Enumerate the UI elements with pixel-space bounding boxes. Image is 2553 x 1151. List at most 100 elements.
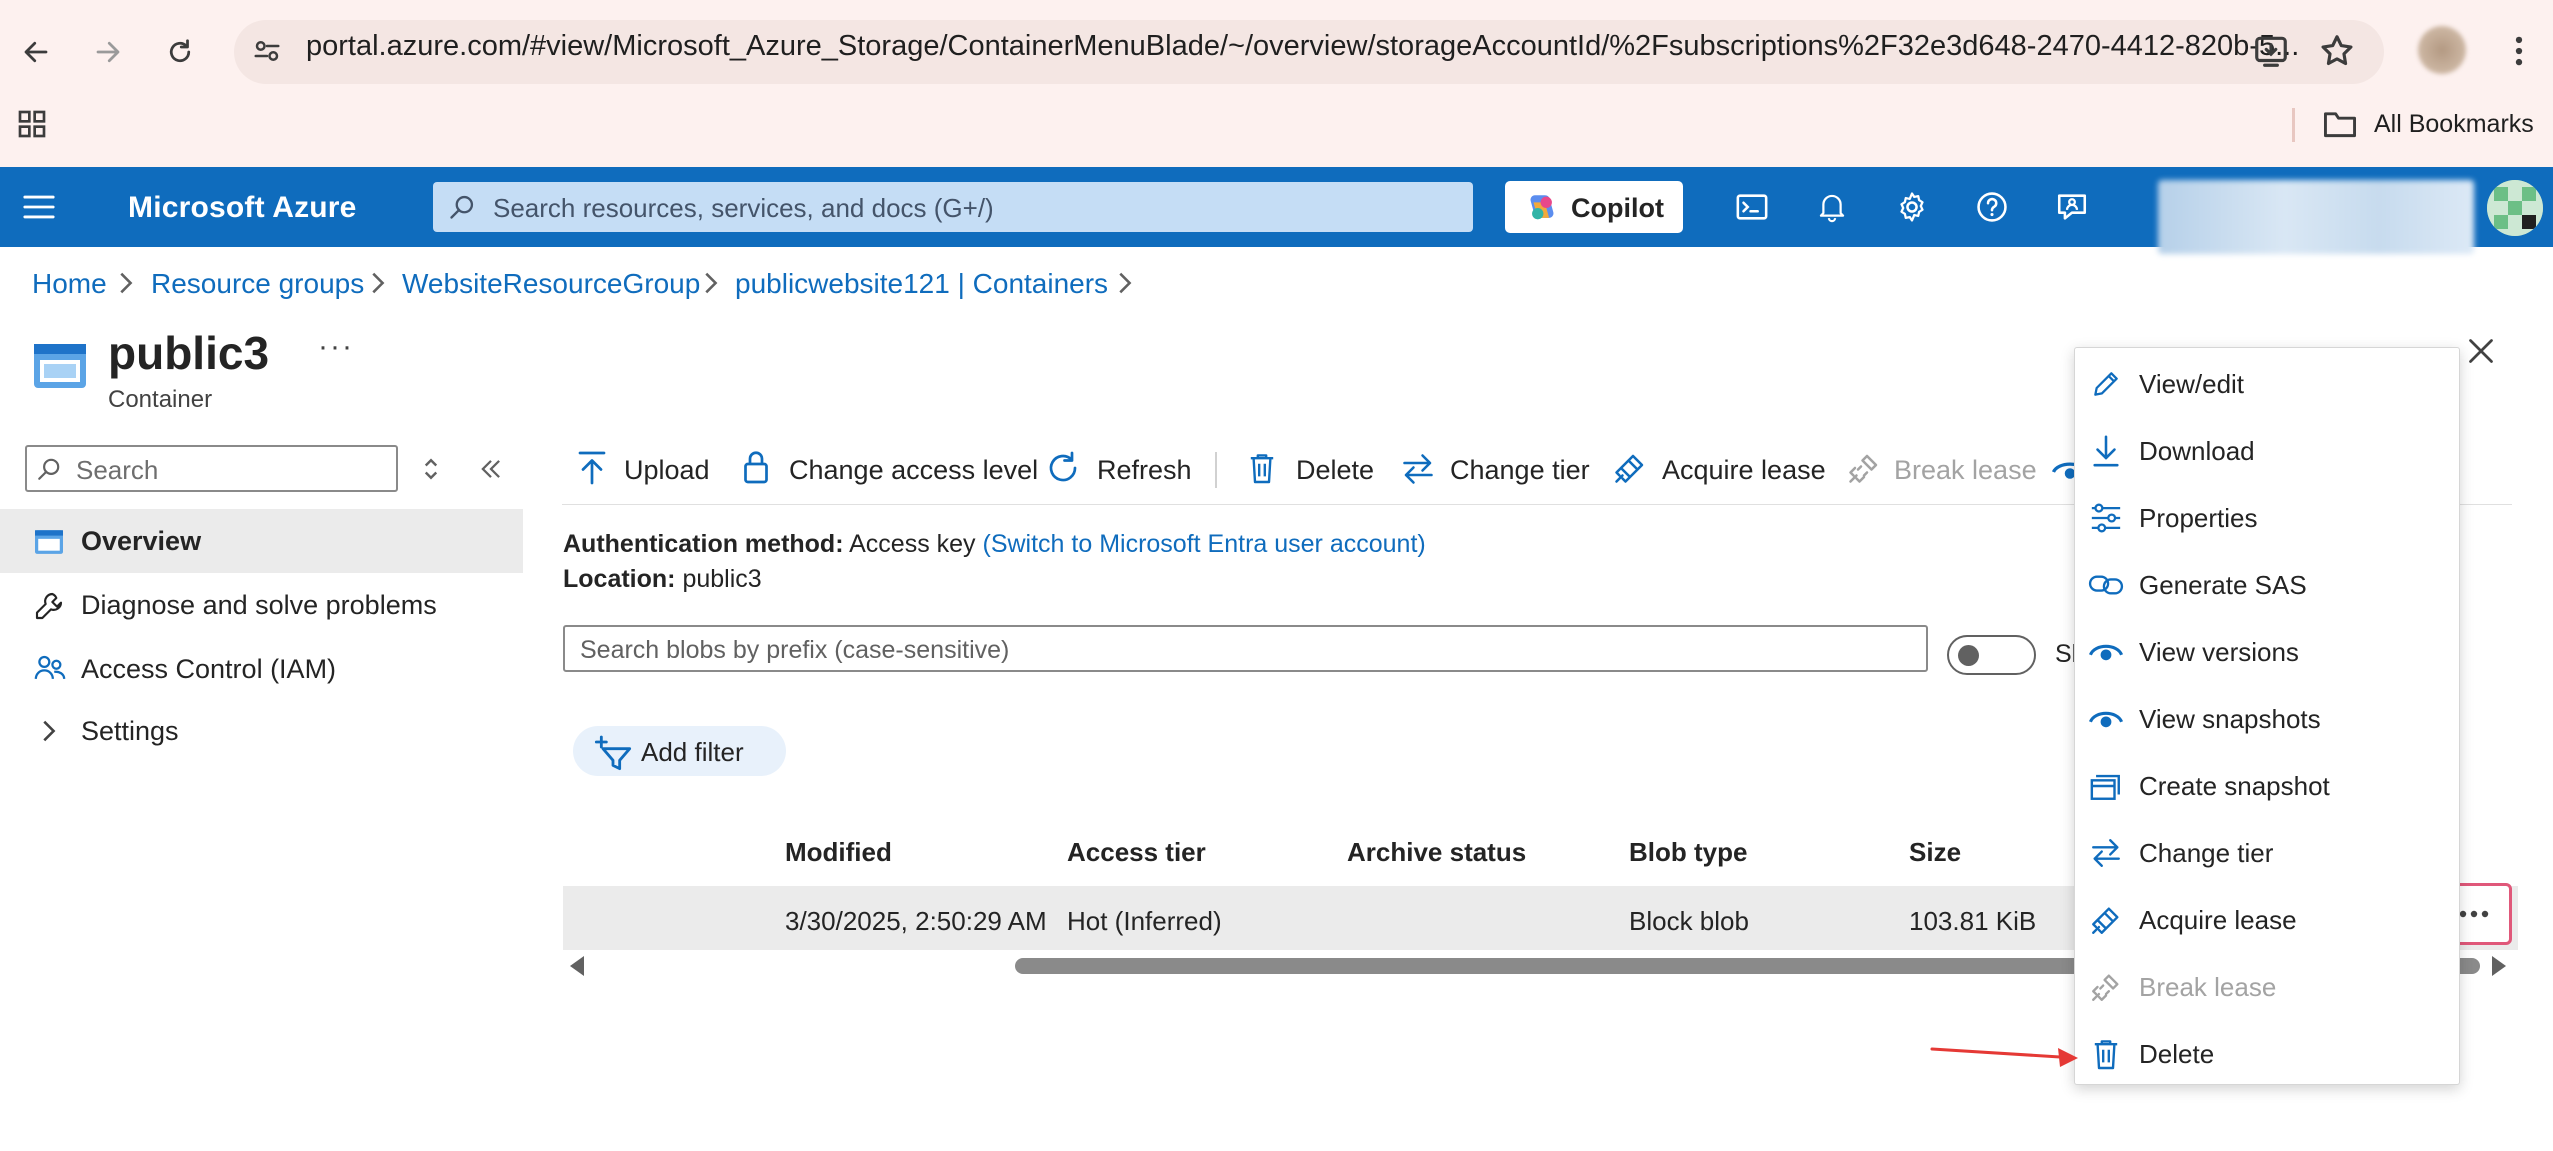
help-icon[interactable] — [1968, 183, 2016, 231]
sidebar-search-placeholder: Search — [76, 455, 159, 485]
reload-button[interactable] — [152, 24, 208, 80]
column-header-modified[interactable]: Modified — [785, 837, 892, 868]
chevron-right-icon — [367, 270, 387, 296]
collapse-sidebar-icon[interactable] — [478, 456, 504, 482]
menu-item-break-lease: Break lease — [2075, 953, 2459, 1020]
star-icon[interactable] — [2318, 32, 2356, 70]
reload-icon — [169, 39, 191, 63]
menu-item-view-versions[interactable]: View versions — [2075, 618, 2459, 685]
apps-grid-icon[interactable] — [16, 108, 48, 140]
download-icon — [2087, 432, 2125, 470]
snapshot-icon — [2087, 767, 2125, 805]
menu-item-label: Break lease — [2139, 972, 2277, 1002]
break-lease-icon — [2087, 968, 2125, 1006]
url-text[interactable]: portal.azure.com/#view/Microsoft_Azure_S… — [306, 30, 2299, 63]
column-header-archive-status[interactable]: Archive status — [1347, 837, 1526, 868]
menu-item-label: Properties — [2139, 503, 2258, 533]
breadcrumb-home[interactable]: Home — [32, 268, 107, 300]
scroll-right-icon[interactable] — [2490, 956, 2506, 976]
breadcrumb-resource-groups[interactable]: Resource groups — [151, 268, 364, 300]
breadcrumb-resource-group[interactable]: WebsiteResourceGroup — [402, 268, 700, 300]
sidebar-item-diagnose[interactable]: Diagnose and solve problems — [0, 573, 523, 637]
copilot-label: Copilot — [1571, 193, 1664, 223]
menu-item-acquire-lease[interactable]: Acquire lease — [2075, 886, 2459, 953]
lock-icon[interactable] — [741, 449, 771, 485]
upload-icon[interactable] — [577, 450, 607, 486]
profile-avatar[interactable] — [2418, 26, 2466, 74]
menu-item-change-tier[interactable]: Change tier — [2075, 819, 2459, 886]
blob-search-placeholder: Search blobs by prefix (case-sensitive) — [580, 636, 1010, 664]
change-tier-button[interactable]: Change tier — [1450, 455, 1590, 486]
account-info-redacted[interactable] — [2158, 180, 2474, 254]
location-value: public3 — [682, 565, 762, 593]
menu-item-label: View/edit — [2139, 369, 2245, 399]
global-search-placeholder: Search resources, services, and docs (G+… — [493, 193, 994, 223]
auth-method-line: Authentication method: Access key (Switc… — [563, 530, 1426, 559]
gear-icon[interactable] — [1888, 183, 1936, 231]
menu-item-create-snapshot[interactable]: Create snapshot — [2075, 752, 2459, 819]
location-label: Location: — [563, 565, 676, 593]
switch-auth-link[interactable]: (Switch to Microsoft Entra user account) — [983, 530, 1426, 558]
trash-icon[interactable] — [1248, 450, 1276, 486]
all-bookmarks[interactable]: All Bookmarks — [2374, 110, 2534, 139]
search-icon — [448, 193, 476, 221]
install-app-icon[interactable] — [2252, 32, 2290, 70]
cloud-shell-icon[interactable] — [1728, 183, 1776, 231]
sort-icon[interactable] — [420, 455, 442, 483]
refresh-icon[interactable] — [1045, 450, 1081, 486]
search-icon — [36, 456, 62, 482]
swap-icon — [2087, 834, 2125, 872]
refresh-button[interactable]: Refresh — [1097, 455, 1192, 486]
acquire-lease-button[interactable]: Acquire lease — [1662, 455, 1826, 486]
cell-access-tier: Hot (Inferred) — [1067, 906, 1222, 936]
arrow-left-icon — [24, 41, 48, 63]
column-header-access-tier[interactable]: Access tier — [1067, 837, 1206, 868]
arrow-right-icon — [96, 41, 120, 63]
pencil-icon — [2087, 365, 2125, 403]
menu-item-view-snapshots[interactable]: View snapshots — [2075, 685, 2459, 752]
sidebar-item-iam[interactable]: Access Control (IAM) — [0, 637, 523, 701]
annotation-arrow — [1930, 1040, 2080, 1070]
lease-icon[interactable] — [1612, 450, 1648, 486]
menu-item-generate-sas[interactable]: Generate SAS — [2075, 551, 2459, 618]
bookmarks-divider — [2292, 108, 2295, 142]
bell-icon[interactable] — [1808, 183, 1856, 231]
break-lease-icon — [1846, 450, 1882, 486]
sidebar-item-overview[interactable]: Overview — [0, 509, 523, 573]
toolbar-divider — [1215, 452, 1217, 488]
copilot-icon — [1525, 191, 1559, 225]
menu-item-view-edit[interactable]: View/edit — [2075, 350, 2459, 417]
browser-menu-icon[interactable] — [2500, 32, 2538, 70]
eye-icon — [2052, 454, 2074, 484]
more-options-button[interactable]: ··· — [318, 330, 354, 364]
menu-item-properties[interactable]: Properties — [2075, 484, 2459, 551]
chevron-right-icon — [38, 718, 58, 744]
change-access-level-button[interactable]: Change access level — [789, 455, 1038, 486]
feedback-icon[interactable] — [2048, 183, 2096, 231]
site-info-icon[interactable] — [252, 36, 282, 66]
menu-item-download[interactable]: Download — [2075, 417, 2459, 484]
container-icon — [32, 338, 88, 390]
auth-method-label: Authentication method: — [563, 530, 844, 558]
wrench-icon — [33, 590, 65, 622]
page-title: public3 — [108, 327, 270, 379]
azure-brand[interactable]: Microsoft Azure — [128, 191, 357, 225]
column-header-size[interactable]: Size — [1909, 837, 1961, 868]
eye-icon — [2087, 633, 2125, 671]
menu-item-label: View snapshots — [2139, 704, 2321, 734]
scroll-left-icon[interactable] — [570, 956, 586, 976]
delete-button[interactable]: Delete — [1296, 455, 1374, 486]
upload-button[interactable]: Upload — [624, 455, 710, 486]
forward-button[interactable] — [80, 24, 136, 80]
hamburger-icon[interactable] — [22, 192, 56, 222]
swap-icon[interactable] — [1400, 452, 1436, 486]
menu-item-label: Delete — [2139, 1039, 2215, 1069]
sidebar-item-settings[interactable]: Settings — [0, 699, 523, 763]
breadcrumb-containers[interactable]: publicwebsite121 | Containers — [735, 268, 1108, 300]
close-icon[interactable] — [2460, 330, 2502, 372]
user-avatar[interactable] — [2487, 180, 2543, 236]
auth-method-value: Access key — [849, 530, 976, 558]
column-header-blob-type[interactable]: Blob type — [1629, 837, 1747, 868]
back-button[interactable] — [8, 24, 64, 80]
menu-item-delete[interactable]: Delete — [2075, 1020, 2459, 1087]
